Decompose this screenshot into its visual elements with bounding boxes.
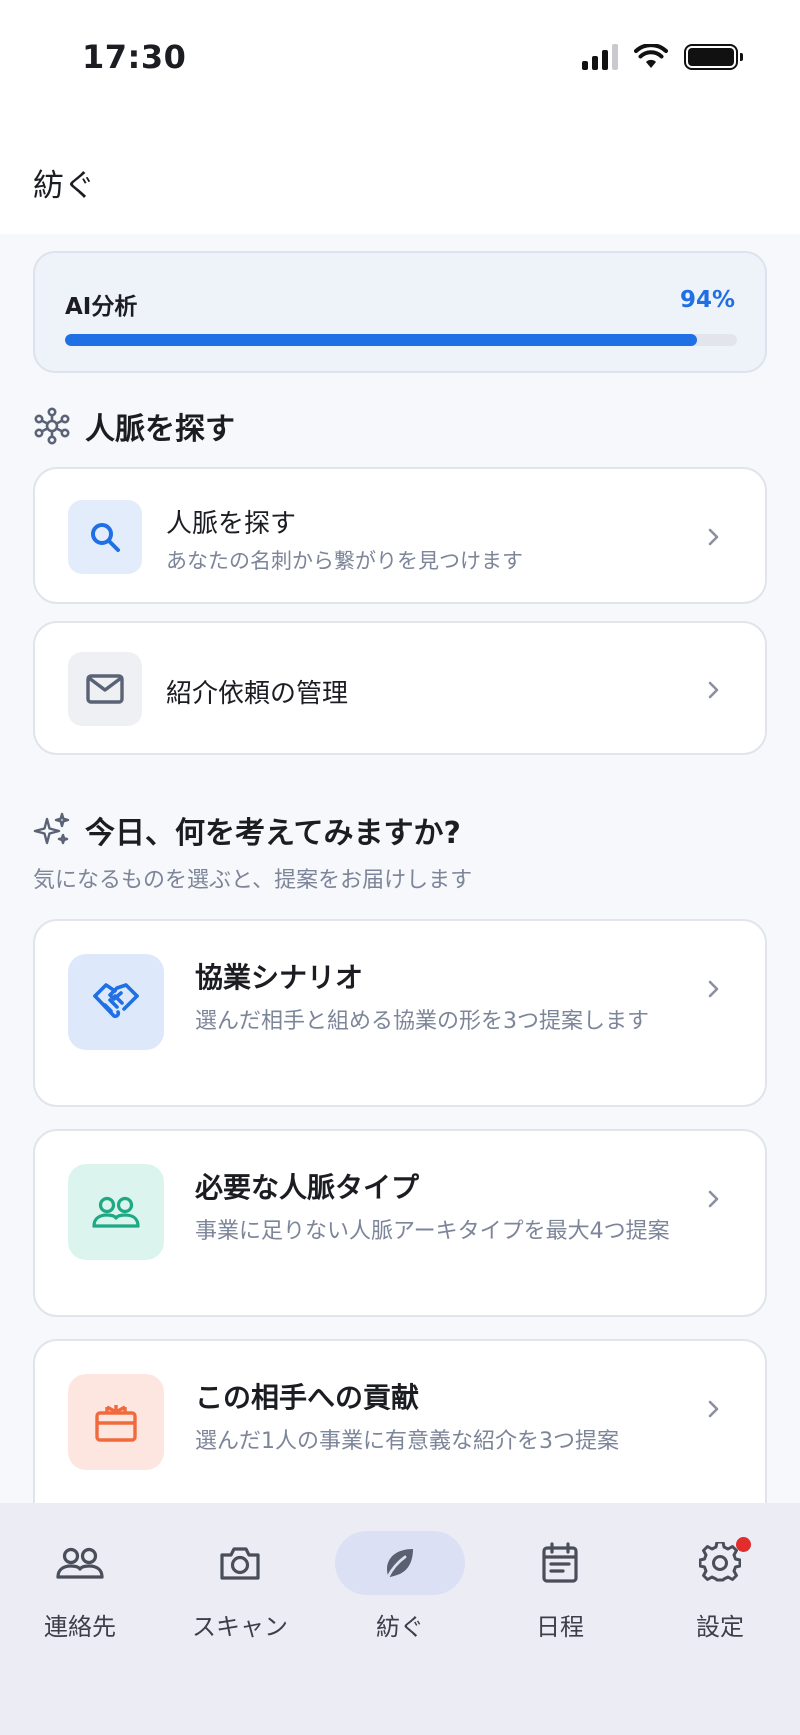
needed-network-types-description: 事業に足りない人脈アーキタイプを最大4つ提案 — [195, 1219, 670, 1244]
referral-requests-title: 紹介依頼の管理 — [166, 679, 349, 709]
network-section-header: 人脈を探す — [33, 404, 235, 448]
network-icon — [34, 407, 70, 445]
app-screen: 17:30 紡ぐ AI分析 94% 人脈を探す 人脈を探す あなたの名刺から繋が… — [0, 0, 800, 1735]
chevron-right-icon — [708, 681, 719, 699]
top-header: 紡ぐ — [0, 120, 800, 234]
find-network-title: 人脈を探す — [166, 509, 297, 539]
chevron-right-icon — [708, 1190, 719, 1208]
camera-icon — [220, 1547, 260, 1580]
search-icon-box — [68, 500, 142, 574]
leaf-icon — [386, 1549, 413, 1579]
status-time: 17:30 — [82, 38, 187, 76]
ai-progress-track — [65, 334, 737, 346]
nav-active-indicator — [335, 1531, 465, 1595]
gift-icon-box — [68, 1374, 164, 1470]
calendar-icon — [542, 1542, 578, 1583]
contribution-title: この相手への貢献 — [195, 1381, 420, 1414]
needed-network-types-title: 必要な人脈タイプ — [195, 1171, 420, 1204]
nav-scan-label: スキャン — [192, 1613, 288, 1641]
ai-analysis-card: AI分析 94% — [33, 251, 767, 373]
contacts-icon — [56, 1547, 104, 1579]
bottom-nav: 連絡先 スキャン 紡ぐ 日程 設定 — [0, 1503, 800, 1735]
handshake-icon — [93, 983, 139, 1019]
chevron-right-icon — [708, 1400, 719, 1418]
nav-tsumugu[interactable]: 紡ぐ — [330, 1531, 470, 1642]
collaboration-scenario-title: 協業シナリオ — [195, 961, 364, 994]
signal-icon — [582, 44, 618, 70]
people-icon — [92, 1196, 140, 1228]
battery-icon — [684, 44, 743, 70]
notification-badge — [736, 1537, 751, 1552]
find-network-description: あなたの名刺から繋がりを見つけます — [166, 549, 523, 573]
nav-contacts-label: 連絡先 — [44, 1613, 116, 1641]
search-icon — [91, 523, 120, 552]
nav-schedule-label: 日程 — [536, 1613, 584, 1641]
collaboration-scenario-card[interactable]: 協業シナリオ 選んだ相手と組める協業の形を3つ提案します — [33, 919, 767, 1107]
gear-icon — [699, 1542, 741, 1582]
status-icons — [582, 44, 743, 70]
handshake-icon-box — [68, 954, 164, 1050]
chevron-right-icon — [708, 528, 719, 546]
ideas-section-header: 今日、何を考えてみますか? — [33, 808, 461, 852]
people-icon-box — [68, 1164, 164, 1260]
network-section-title: 人脈を探す — [85, 412, 235, 447]
chevron-right-icon — [708, 980, 719, 998]
sparkles-icon — [33, 812, 70, 845]
nav-scan[interactable]: スキャン — [170, 1531, 310, 1642]
nav-tsumugu-label: 紡ぐ — [376, 1613, 424, 1641]
ai-analysis-percent: 94% — [679, 287, 735, 313]
contribution-card[interactable]: この相手への貢献 選んだ1人の事業に有意義な紹介を3つ提案 — [33, 1339, 767, 1527]
find-network-card[interactable]: 人脈を探す あなたの名刺から繋がりを見つけます — [33, 467, 767, 604]
ideas-section-title: 今日、何を考えてみますか? — [85, 816, 461, 851]
needed-network-types-card[interactable]: 必要な人脈タイプ 事業に足りない人脈アーキタイプを最大4つ提案 — [33, 1129, 767, 1317]
mail-icon — [86, 674, 124, 704]
collaboration-scenario-description: 選んだ相手と組める協業の形を3つ提案します — [195, 1009, 649, 1034]
gift-icon — [95, 1405, 137, 1442]
referral-requests-card[interactable]: 紹介依頼の管理 — [33, 621, 767, 755]
nav-settings[interactable]: 設定 — [650, 1531, 790, 1642]
ai-analysis-label: AI分析 — [65, 294, 138, 320]
ideas-section-subtitle: 気になるものを選ぶと、提案をお届けします — [33, 868, 473, 893]
nav-settings-label: 設定 — [696, 1613, 744, 1641]
wifi-icon — [634, 44, 668, 68]
contribution-description: 選んだ1人の事業に有意義な紹介を3つ提案 — [195, 1429, 619, 1454]
page-title: 紡ぐ — [33, 168, 95, 204]
nav-schedule[interactable]: 日程 — [490, 1531, 630, 1642]
nav-contacts[interactable]: 連絡先 — [10, 1531, 150, 1642]
ai-progress-fill — [65, 334, 697, 346]
mail-icon-box — [68, 652, 142, 726]
status-bar: 17:30 — [0, 0, 800, 120]
